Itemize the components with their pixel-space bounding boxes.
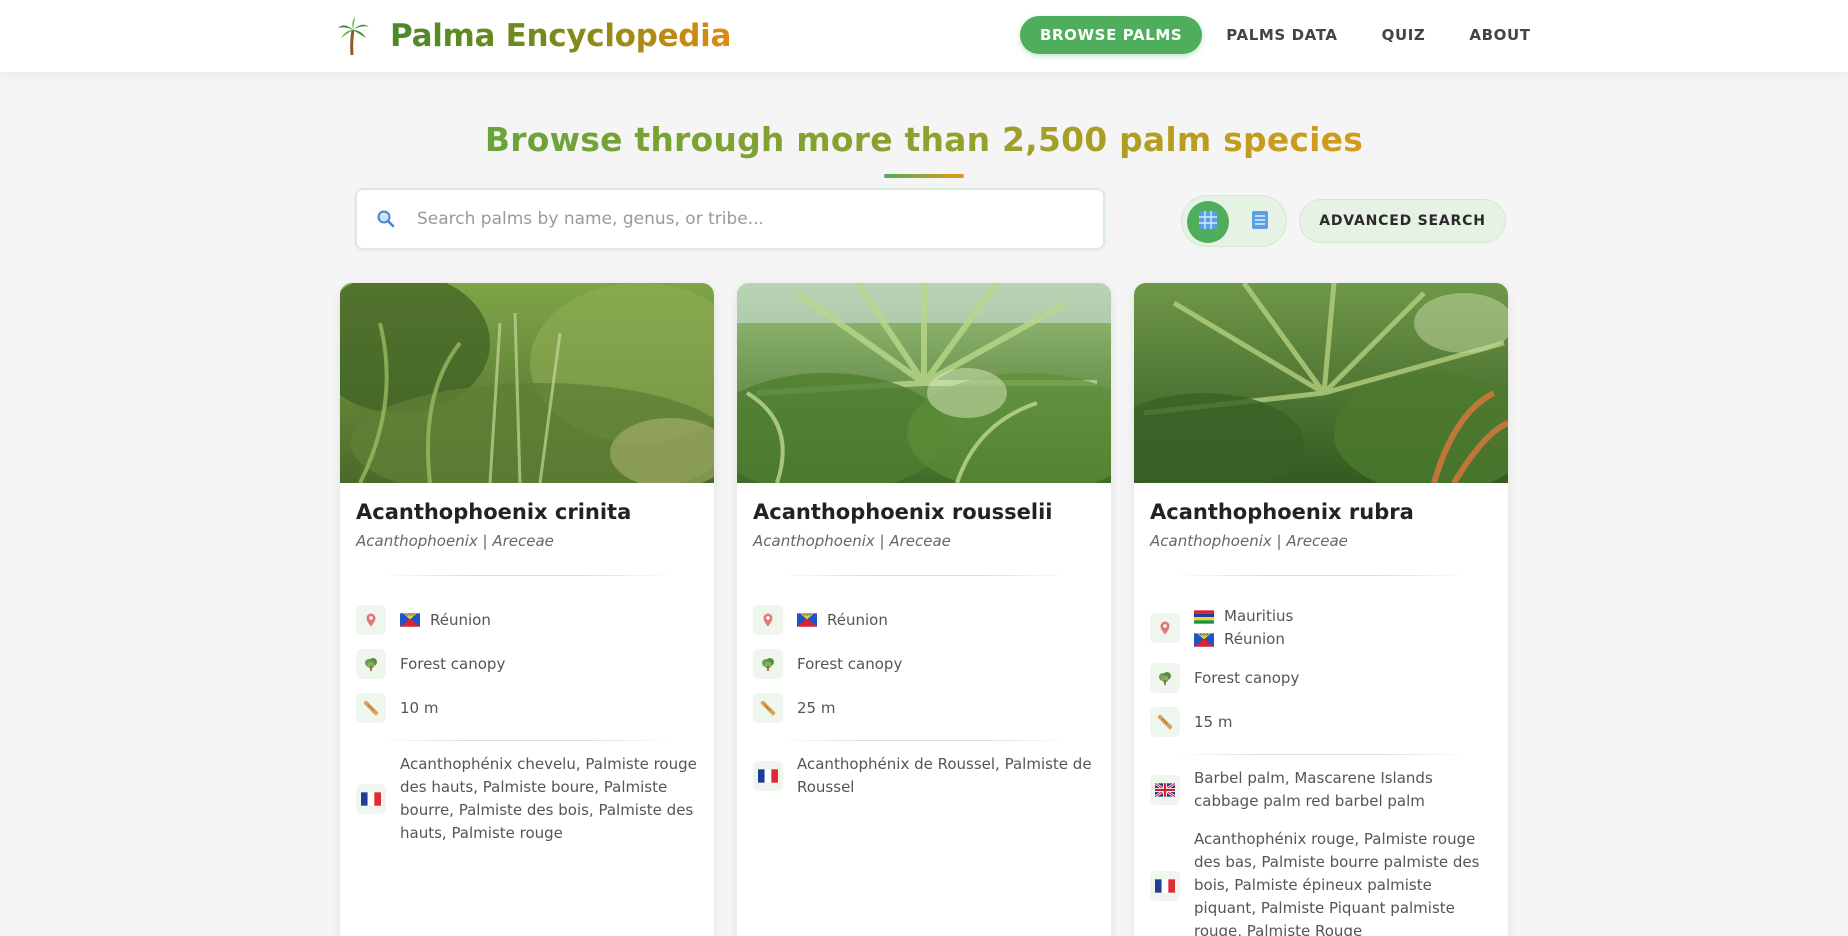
common-names-row: Barbel palm, Mascarene Islands cabbage p… xyxy=(1150,767,1494,813)
page-title: Browse through more than 2,500 palm spec… xyxy=(0,120,1848,159)
palm-photo xyxy=(1134,283,1508,493)
reunion-flag-icon xyxy=(1194,633,1214,647)
common-names-en: Barbel palm, Mascarene Islands cabbage p… xyxy=(1194,769,1433,810)
location-pin-icon xyxy=(1150,613,1180,643)
height-row: 25 m xyxy=(753,693,1097,723)
distribution-list: Réunion xyxy=(400,609,491,632)
palm-card[interactable]: Acanthophoenix rousselii Acanthophoenix … xyxy=(737,283,1111,936)
palm-photo xyxy=(737,283,1111,493)
common-names-fr: Acanthophénix de Roussel, Palmiste de Ro… xyxy=(797,755,1092,796)
divider xyxy=(777,740,1071,741)
divider xyxy=(1174,575,1468,576)
palm-tree-icon xyxy=(336,16,370,56)
divider xyxy=(380,740,674,741)
region-name: Réunion xyxy=(430,610,491,629)
uk-flag-icon xyxy=(1150,775,1180,805)
common-names-fr: Acanthophénix rouge, Palmiste rouge des … xyxy=(1194,830,1480,936)
palm-taxonomy: Acanthophoenix | Areceae xyxy=(356,532,554,550)
habitat: Forest canopy xyxy=(797,654,903,673)
palm-name[interactable]: Acanthophoenix crinita xyxy=(356,500,631,524)
advanced-search-button[interactable]: ADVANCED SEARCH xyxy=(1299,199,1506,243)
divider xyxy=(777,575,1071,576)
ruler-icon xyxy=(356,693,386,723)
palm-photo xyxy=(340,283,714,503)
palm-taxonomy: Acanthophoenix | Areceae xyxy=(1150,532,1348,550)
reunion-flag-icon xyxy=(400,613,420,627)
distribution-list: Réunion xyxy=(797,609,888,632)
location-pin-icon xyxy=(356,605,386,635)
france-flag-icon xyxy=(356,784,386,814)
height-row: 15 m xyxy=(1150,707,1494,737)
divider xyxy=(1174,754,1468,755)
distribution-row: Mauritius Réunion xyxy=(1150,605,1494,651)
common-names-fr: Acanthophénix chevelu, Palmiste rouge de… xyxy=(400,755,697,842)
brand-title: Palma Encyclopedia xyxy=(390,18,732,54)
common-names-row: Acanthophénix chevelu, Palmiste rouge de… xyxy=(356,753,700,845)
palm-taxonomy: Acanthophoenix | Areceae xyxy=(753,532,951,550)
tree-icon xyxy=(356,649,386,679)
max-height: 15 m xyxy=(1194,712,1233,731)
reunion-flag-icon xyxy=(797,613,817,627)
common-names-row: Acanthophénix rouge, Palmiste rouge des … xyxy=(1150,828,1494,936)
title-underline xyxy=(884,174,964,178)
max-height: 25 m xyxy=(797,698,836,717)
brand[interactable]: Palma Encyclopedia xyxy=(336,14,731,58)
distribution-row: Réunion xyxy=(356,605,700,635)
height-row: 10 m xyxy=(356,693,700,723)
search-icon xyxy=(375,208,397,230)
palm-name[interactable]: Acanthophoenix rubra xyxy=(1150,500,1414,524)
palm-name[interactable]: Acanthophoenix rousselii xyxy=(753,500,1052,524)
list-view-button[interactable] xyxy=(1239,201,1281,243)
location-pin-icon xyxy=(753,605,783,635)
france-flag-icon xyxy=(753,761,783,791)
tree-icon xyxy=(753,649,783,679)
ruler-icon xyxy=(1150,707,1180,737)
ruler-icon xyxy=(753,693,783,723)
habitat: Forest canopy xyxy=(1194,668,1300,687)
nav-palms-data[interactable]: PALMS DATA xyxy=(1226,26,1337,44)
distribution-list: Mauritius Réunion xyxy=(1194,605,1293,651)
search-input[interactable] xyxy=(417,209,1077,229)
top-navigation-bar: Palma Encyclopedia BROWSE PALMS PALMS DA… xyxy=(0,0,1848,72)
habitat-row: Forest canopy xyxy=(356,649,700,679)
region-name: Réunion xyxy=(827,610,888,629)
nav-quiz[interactable]: QUIZ xyxy=(1382,26,1426,44)
palm-card[interactable]: Acanthophoenix crinita Acanthophoenix | … xyxy=(340,283,714,936)
max-height: 10 m xyxy=(400,698,439,717)
page-title-text: Browse through more than 2,500 palm spec… xyxy=(484,120,1364,159)
nav-about[interactable]: ABOUT xyxy=(1469,26,1530,44)
view-toggle xyxy=(1181,195,1287,247)
region-name: Mauritius xyxy=(1224,607,1294,625)
palm-card[interactable]: Acanthophoenix rubra Acanthophoenix | Ar… xyxy=(1134,283,1508,936)
habitat-row: Forest canopy xyxy=(753,649,1097,679)
main-nav: BROWSE PALMS PALMS DATA QUIZ ABOUT xyxy=(1020,16,1531,54)
tree-icon xyxy=(1150,663,1180,693)
search-box xyxy=(355,188,1105,250)
habitat-row: Forest canopy xyxy=(1150,663,1494,693)
nav-browse-palms[interactable]: BROWSE PALMS xyxy=(1020,16,1203,54)
common-names-row: Acanthophénix de Roussel, Palmiste de Ro… xyxy=(753,753,1097,799)
distribution-row: Réunion xyxy=(753,605,1097,635)
divider xyxy=(380,575,674,576)
habitat: Forest canopy xyxy=(400,654,506,673)
mauritius-flag-icon xyxy=(1194,610,1214,624)
grid-view-button[interactable] xyxy=(1187,201,1229,243)
france-flag-icon xyxy=(1150,870,1180,901)
list-view-icon xyxy=(1250,210,1270,234)
region-name: Réunion xyxy=(1224,630,1285,648)
grid-view-icon xyxy=(1198,210,1218,234)
